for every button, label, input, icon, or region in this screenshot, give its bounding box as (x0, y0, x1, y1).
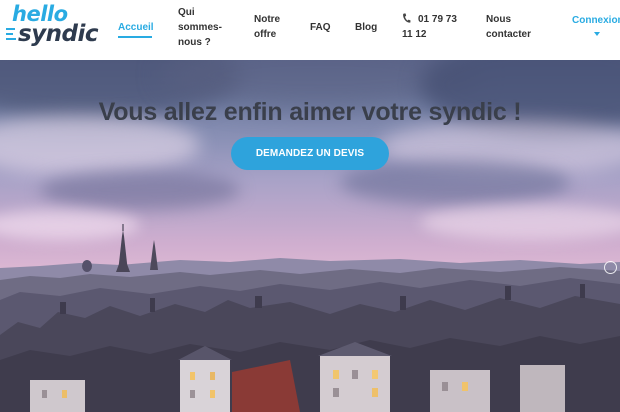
nav-offer-link[interactable]: Notre offre (254, 12, 280, 42)
nav-offer-label-2: offre (254, 29, 277, 40)
nav-login-dropdown[interactable]: Connexion (572, 13, 620, 36)
nav-active-underline (118, 36, 152, 38)
nav-offer-label-1: Notre (254, 14, 281, 25)
nav-contact-link[interactable]: Nous contacter (486, 12, 531, 42)
nav-about-link[interactable]: Qui sommes- nous ? (178, 5, 222, 50)
nav-login-label: Connexion (572, 15, 620, 26)
nav-about-label-1: Qui (178, 7, 195, 18)
hero-headline: Vous allez enfin aimer votre syndic ! (98, 98, 522, 126)
hero-section: Vous allez enfin aimer votre syndic ! DE… (0, 60, 620, 412)
caret-down-icon (594, 32, 600, 36)
nav-about-label-3: nous ? (178, 37, 211, 48)
nav-faq-link[interactable]: FAQ (310, 20, 331, 35)
request-quote-button[interactable]: DEMANDEZ UN DEVIS (231, 137, 389, 170)
logo-text-syndic: syndic (18, 21, 99, 47)
logo-speed-lines (6, 28, 16, 43)
nav-home-link[interactable]: Accueil (118, 20, 154, 35)
nav-contact-label-1: Nous (486, 14, 511, 25)
nav-about-label-2: sommes- (178, 22, 222, 33)
nav-contact-label-2: contacter (486, 29, 532, 40)
nav-phone-link[interactable]: 01 79 73 11 12 (402, 12, 457, 42)
accessibility-widget-icon[interactable] (604, 261, 617, 274)
hello-syndic-logo[interactable]: hello syndic (6, 2, 99, 56)
nav-blog-link[interactable]: Blog (355, 20, 377, 35)
nav-phone-number-2: 11 12 (402, 29, 427, 40)
nav-phone-number-1: 01 79 73 (418, 14, 457, 25)
site-header: hello syndic Accueil Qui sommes- nous ? … (0, 0, 620, 60)
